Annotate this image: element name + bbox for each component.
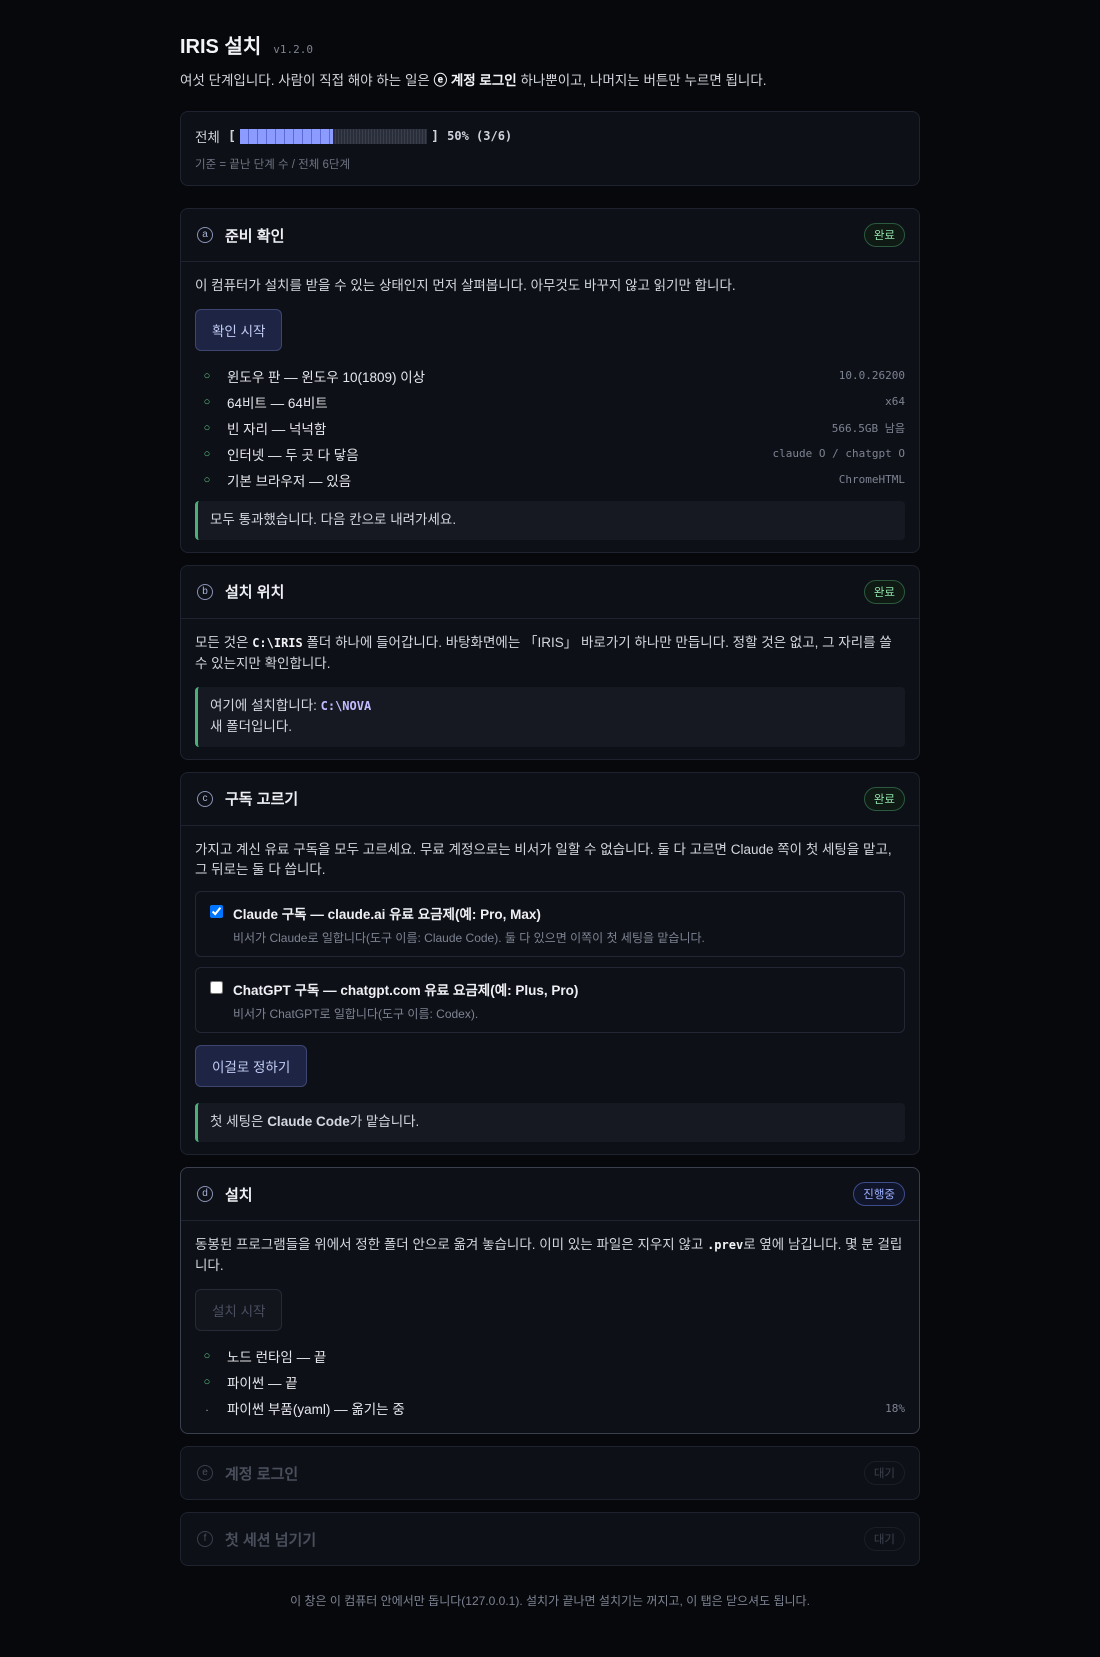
done-icon: ○ (203, 1376, 211, 1389)
status-badge: 완료 (863, 223, 905, 247)
option-title: Claude 구독 — claude.ai 유료 요금제(예: Pro, Max… (233, 907, 541, 923)
check-label: 64비트 — 64비트 (227, 395, 328, 411)
step-title: 설치 (225, 1186, 253, 1204)
check-label: 빈 자리 — 넉넉함 (227, 421, 327, 437)
install-label: 파이썬 부품(yaml) — 옮기는 중 (227, 1402, 405, 1418)
step-d-card: d 설치 진행중 동봉된 프로그램들을 위에서 정한 폴더 안으로 옮겨 놓습니… (180, 1167, 920, 1435)
install-label: 노드 런타임 — 끝 (227, 1350, 327, 1366)
step-title: 구독 고르기 (225, 791, 299, 809)
intro-part: 여섯 단계입니다. 사람이 직접 해야 하는 일은 (180, 73, 434, 88)
callout-part: 첫 세팅은 (210, 1114, 268, 1130)
claude-subscription-checkbox[interactable] (210, 905, 223, 919)
step-letter-icon: c (197, 790, 213, 807)
overall-label: 전체 (195, 130, 220, 145)
check-item: ○ 인터넷 — 두 곳 다 닿음 claude O / chatgpt O (195, 441, 905, 467)
check-value: ChromeHTML (838, 473, 905, 487)
progress-fill (239, 128, 334, 144)
done-icon: ○ (203, 1350, 211, 1363)
prev-code: .prev (707, 1238, 744, 1253)
step-letter-icon: b (197, 583, 213, 600)
option-title: ChatGPT 구독 — chatgpt.com 유료 요금제(예: Plus,… (233, 983, 579, 999)
install-start-button[interactable]: 설치 시작 (195, 1289, 283, 1332)
step-title: 첫 세션 넘기기 (225, 1531, 317, 1549)
check-label: 인터넷 — 두 곳 다 닿음 (227, 447, 359, 463)
step-description: 모든 것은 C:\IRIS 폴더 하나에 들어갑니다. 바탕화면에는 「IRIS… (195, 633, 905, 675)
claude-subscription-option[interactable]: Claude 구독 — claude.ai 유료 요금제(예: Pro, Max… (195, 891, 905, 958)
check-ok-icon: ○ (203, 395, 211, 408)
callout-part: 가 맡습니다. (349, 1114, 420, 1130)
install-value: 18% (885, 1401, 905, 1415)
intro-part: 하나뿐이고, 나머지는 버튼만 누르면 됩니다. (516, 73, 767, 88)
step-description: 가지고 계신 유료 구독을 모두 고르세요. 무료 계정으로는 비서가 일할 수… (195, 841, 892, 878)
check-ok-icon: ○ (203, 369, 211, 382)
check-list: ○ 윈도우 판 — 윈도우 10(1809) 이상 10.0.26200 ○ 64비트… (195, 363, 905, 493)
install-label: 파이썬 — 끝 (227, 1376, 298, 1392)
install-item: ○ 파이썬 — 끝 (195, 1369, 905, 1395)
step-letter-icon: d (197, 1186, 213, 1203)
page-title: IRIS 설치 v1.2.0 (180, 30, 920, 59)
overall-progress-card: 전체 [] 50% (3/6) 기준 = 끝난 단계 수 / 전체 6단계 (180, 111, 920, 186)
step-title: 설치 위치 (225, 584, 285, 602)
install-item: . 파이썬 부품(yaml) — 옮기는 중 18% (195, 1395, 905, 1421)
step-title: 계정 로그인 (225, 1465, 299, 1483)
check-value: 10.0.26200 (838, 369, 905, 383)
check-ok-icon: ○ (203, 473, 211, 486)
chatgpt-subscription-checkbox[interactable] (210, 981, 223, 995)
footer-note: 이 창은 이 컴퓨터 안에서만 돕니다(127.0.0.1). 설치가 끝나면 … (290, 1594, 810, 1609)
desc-part: 모든 것은 (195, 634, 253, 650)
step-description: 동봉된 프로그램들을 위에서 정한 폴더 안으로 옮겨 놓습니다. 이미 있는 … (195, 1235, 905, 1277)
check-ok-icon: ○ (203, 447, 211, 460)
option-subtitle: 비서가 ChatGPT로 일합니다(도구 이름: Codex). (233, 1007, 479, 1022)
chatgpt-subscription-option[interactable]: ChatGPT 구독 — chatgpt.com 유료 요금제(예: Plus,… (195, 967, 905, 1034)
check-item: ○ 기본 브라우저 — 있음 ChromeHTML (195, 467, 905, 493)
result-callout: 첫 세팅은 Claude Code가 맡습니다. (195, 1103, 905, 1143)
step-a-card: a 준비 확인 완료 이 컴퓨터가 설치를 받을 수 있는 상태인지 먼저 살펴… (180, 208, 920, 553)
check-value: x64 (885, 395, 905, 409)
step-b-card: b 설치 위치 완료 모든 것은 C:\IRIS 폴더 하나에 들어갑니다. 바… (180, 564, 920, 760)
overall-progress-bar: [] (227, 128, 440, 144)
check-label: 기본 브라우저 — 있음 (227, 473, 352, 489)
callout-label: 여기에 설치합니다: (210, 697, 321, 713)
status-badge: 진행중 (853, 1182, 905, 1207)
check-ok-icon: ○ (203, 421, 211, 434)
step-letter-icon: a (197, 227, 213, 243)
check-value: 566.5GB 남음 (831, 421, 905, 435)
in-progress-icon: . (205, 1402, 209, 1415)
step-letter-icon: e (197, 1465, 213, 1482)
install-item: ○ 노드 런타임 — 끝 (195, 1343, 905, 1369)
step-description: 이 컴퓨터가 설치를 받을 수 있는 상태인지 먼저 살펴봅니다. 아무것도 바… (195, 278, 736, 293)
progress-percent: 50% (3/6) (447, 129, 513, 143)
step-title: 준비 확인 (225, 227, 285, 245)
intro-bold: ⓔ 계정 로그인 (433, 73, 517, 88)
check-item: ○ 윈도우 판 — 윈도우 10(1809) 이상 10.0.26200 (195, 363, 905, 389)
install-path: C:\NOVA (320, 698, 372, 713)
confirm-subscription-button[interactable]: 이걸로 정하기 (195, 1045, 308, 1088)
step-e-card: e 계정 로그인 대기 (180, 1446, 920, 1501)
step-letter-icon: f (197, 1531, 213, 1548)
status-badge: 대기 (863, 1527, 905, 1552)
check-start-button[interactable]: 확인 시작 (195, 308, 283, 351)
check-item: ○ 64비트 — 64비트 x64 (195, 389, 905, 415)
option-subtitle: 비서가 Claude로 일합니다(도구 이름: Claude Code). 둘 … (233, 931, 705, 946)
step-c-card: c 구독 고르기 완료 가지고 계신 유료 구독을 모두 고르세요. 무료 계정… (180, 771, 920, 1156)
intro-text: 여섯 단계입니다. 사람이 직접 해야 하는 일은 ⓔ 계정 로그인 하나뿐이고… (180, 69, 920, 89)
progress-note: 기준 = 끝난 단계 수 / 전체 6단계 (195, 159, 351, 171)
install-path-callout: 여기에 설치합니다: C:\NOVA 새 폴더입니다. (195, 686, 905, 747)
path-code: C:\IRIS (252, 635, 303, 650)
status-badge: 완료 (863, 579, 905, 604)
callout-note: 새 폴더입니다. (210, 718, 293, 734)
check-label: 윈도우 판 — 윈도우 10(1809) 이상 (227, 369, 426, 385)
step-f-card: f 첫 세션 넘기기 대기 (180, 1512, 920, 1567)
status-badge: 대기 (863, 1461, 905, 1486)
callout-bold: Claude Code (267, 1114, 350, 1130)
installer-page: IRIS 설치 v1.2.0 여섯 단계입니다. 사람이 직접 해야 하는 일은… (180, 0, 920, 1609)
result-callout: 모두 통과했습니다. 다음 칸으로 내려가세요. (195, 500, 905, 540)
desc-part: 동봉된 프로그램들을 위에서 정한 폴더 안으로 옮겨 놓습니다. 이미 있는 … (195, 1237, 708, 1253)
status-badge: 완료 (863, 786, 905, 811)
app-title: IRIS 설치 (180, 36, 262, 58)
check-item: ○ 빈 자리 — 넉넉함 566.5GB 남음 (195, 415, 905, 441)
version-label: v1.2.0 (273, 43, 314, 56)
install-progress-list: ○ 노드 런타임 — 끝 ○ 파이썬 — 끝 . 파이썬 부품(yaml) — 옮기는… (195, 1343, 905, 1421)
check-value: claude O / chatgpt O (772, 447, 905, 461)
